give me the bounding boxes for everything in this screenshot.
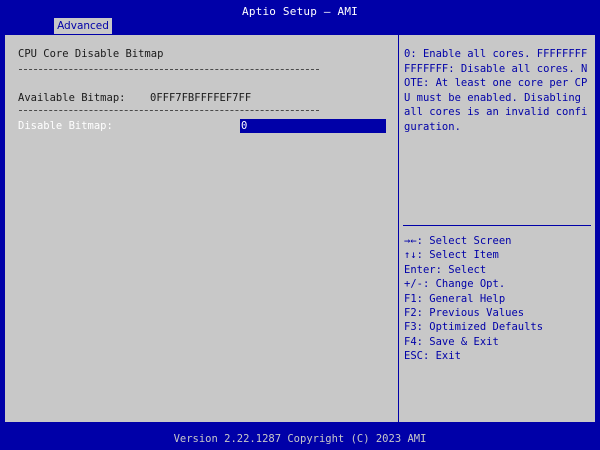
settings-pane: CPU Core Disable Bitmap Available Bitmap… [4,34,398,423]
key-previous-values: F2: Previous Values [404,307,525,320]
tab-advanced[interactable]: Advanced [54,18,112,34]
footer-bar: Version 2.22.1287 Copyright (C) 2023 AMI [0,423,600,450]
available-bitmap-label: Available Bitmap: [18,92,126,104]
key-general-help: F1: General Help [404,292,506,305]
key-legend: →←: Select Screen ↑↓: Select Item Enter:… [404,234,543,364]
help-description: 0: Enable all cores. FFFFFFFFFFFFFFF: Di… [404,48,588,133]
disable-bitmap-field[interactable]: 0 [240,119,386,133]
key-change-option: +/-: Change Opt. [404,278,506,291]
key-save-exit: F4: Save & Exit [404,335,499,348]
setup-panel: CPU Core Disable Bitmap Available Bitmap… [4,34,596,423]
app-title: Aptio Setup – AMI [242,5,358,18]
version-copyright: Version 2.22.1287 Copyright (C) 2023 AMI [173,433,427,445]
key-exit: ESC: Exit [404,350,461,363]
key-optimized-defaults: F3: Optimized Defaults [404,321,544,334]
disable-bitmap-label[interactable]: Disable Bitmap: [18,120,113,132]
available-bitmap-value: 0FFF7FBFFFFEF7FF [150,92,252,104]
help-pane: 0: Enable all cores. FFFFFFFFFFFFFFF: Di… [398,34,596,423]
key-enter-select: Enter: Select [404,263,487,276]
help-divider [403,225,591,226]
divider [19,110,319,111]
key-select-screen: →←: Select Screen [404,235,512,247]
title-bar: Aptio Setup – AMI Advanced [0,0,600,34]
divider [19,69,319,70]
section-title: CPU Core Disable Bitmap [18,48,164,60]
key-select-item: ↑↓: Select Item [404,249,499,262]
